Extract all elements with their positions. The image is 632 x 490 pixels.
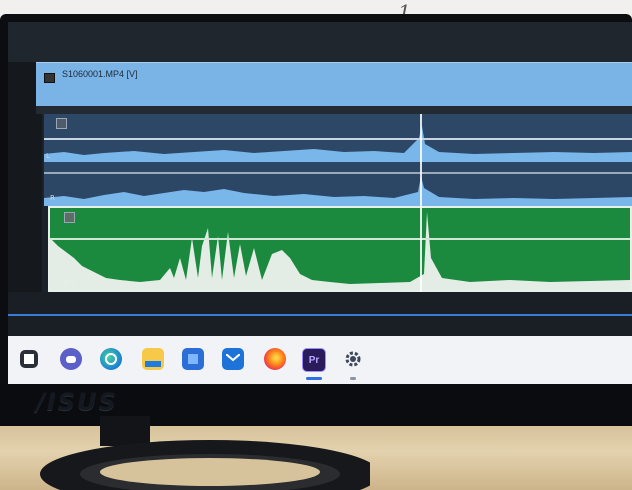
windows-taskbar: Pr [8,336,632,384]
settings-indicator [350,377,356,380]
volume-line-selected[interactable] [50,238,630,240]
video-clip[interactable]: S1060001.MP4 [V] [36,62,632,107]
playhead-line[interactable] [420,114,422,292]
active-app-indicator [306,377,322,380]
track-gap [36,106,632,114]
premiere-timeline-screen: S1060001.MP4 [V] L R C-1 [8,22,632,336]
fx-badge-icon [44,73,55,83]
teams-chat-icon[interactable] [60,348,82,370]
waveform-right [44,176,632,206]
monitor-stand [40,416,370,490]
video-clip-name: S1060001.MP4 [V] [62,69,138,79]
channel-label-right: R [50,194,55,202]
firefox-icon[interactable] [264,348,286,370]
panel-focus-line [8,314,632,316]
monitor-brand-logo: /ISUS [36,388,118,416]
timeline-ruler[interactable] [8,22,632,63]
fx-badge-icon [64,212,75,223]
channel-label-left: L [46,152,50,160]
waveform-selected [50,212,630,290]
audio-clip-selected[interactable]: C-1 [48,206,632,292]
microsoft-store-icon[interactable] [182,348,204,370]
settings-gear-icon[interactable] [342,348,364,370]
mail-icon[interactable] [222,348,244,370]
audio-clip-left-channel[interactable]: L [44,114,632,162]
premiere-pro-text: Pr [308,354,320,366]
fx-badge-icon [56,118,67,129]
task-view-icon[interactable] [20,350,38,368]
audio-clip-right-channel[interactable]: R [44,162,632,206]
edge-browser-icon[interactable] [100,348,122,370]
premiere-pro-icon[interactable]: Pr [302,348,326,372]
clip-label: C-1 [64,278,76,286]
volume-line-left[interactable] [44,138,632,140]
file-explorer-icon[interactable] [142,348,164,370]
volume-line-right[interactable] [44,172,632,174]
